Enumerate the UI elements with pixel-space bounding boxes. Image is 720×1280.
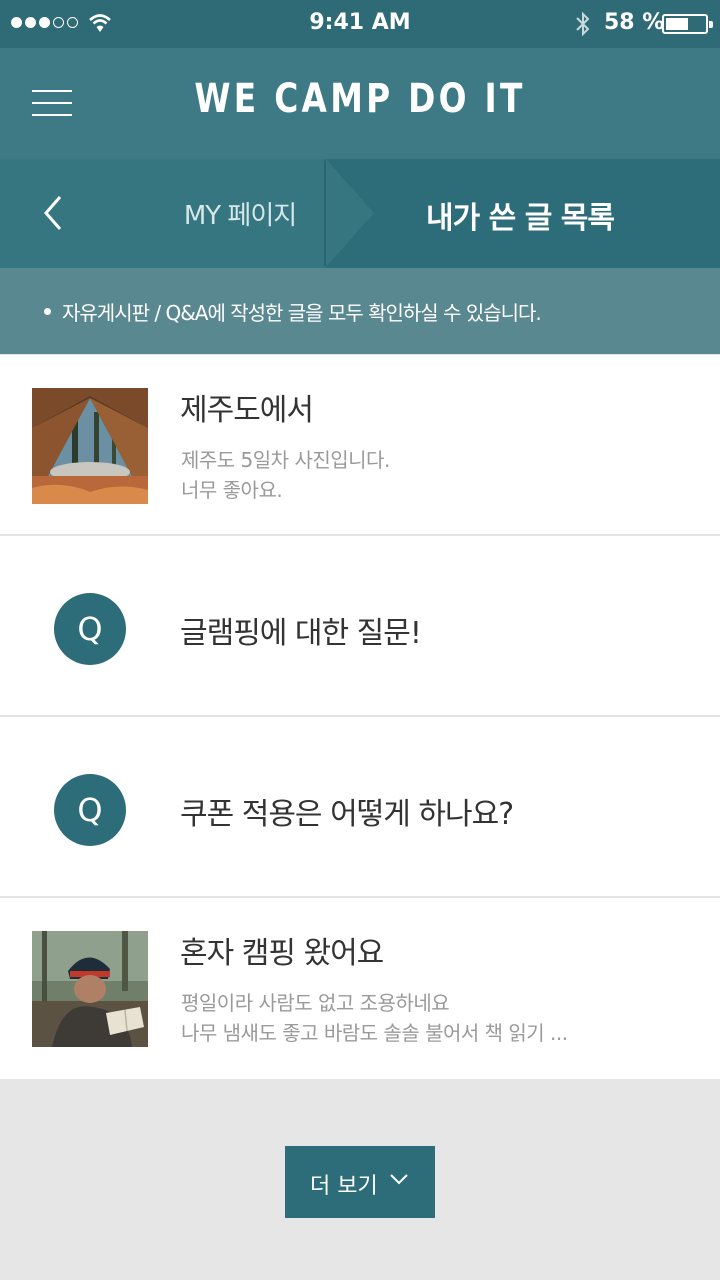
post-title: 쿠폰 적용은 어떻게 하나요? [180, 797, 514, 832]
bullet-icon [44, 308, 51, 315]
load-more-button[interactable]: 더 보기 [285, 1146, 435, 1218]
post-title: 혼자 캠핑 왔어요 [180, 936, 384, 971]
chevron-down-icon [390, 1174, 408, 1185]
camper-reading-photo [32, 931, 148, 1047]
breadcrumb-parent-link[interactable]: MY 페이지 [130, 195, 350, 232]
post-preview-line: 평일이라 사람도 없고 조용하네요 [181, 991, 450, 1015]
breadcrumb: MY 페이지 내가 쓴 글 목록 [0, 159, 720, 268]
list-item[interactable]: Q 쿠폰 적용은 어떻게 하나요? [0, 717, 720, 898]
post-list: 제주도에서 제주도 5일차 사진입니다. 너무 좋아요. Q 글램핑에 대한 질… [0, 355, 720, 1079]
post-preview-line: 너무 좋아요. [181, 478, 283, 502]
tent-photo [32, 388, 148, 504]
list-item[interactable]: 제주도에서 제주도 5일차 사진입니다. 너무 좋아요. [0, 355, 720, 536]
question-badge: Q [54, 774, 126, 846]
page-title: 내가 쓴 글 목록 [426, 201, 615, 236]
post-title: 제주도에서 [180, 393, 314, 428]
notice-text: 자유게시판 / Q&A에 작성한 글을 모두 확인하실 수 있습니다. [62, 301, 542, 325]
question-badge: Q [54, 593, 126, 665]
battery-percent: 58 % [604, 10, 665, 35]
brand-logo[interactable]: WE CAMP DO IT [65, 76, 655, 122]
post-preview-line: 나무 냄새도 좋고 바람도 솔솔 불어서 책 읽기 ... [181, 1021, 568, 1045]
post-preview-line: 제주도 5일차 사진입니다. [181, 448, 390, 472]
chevron-left-icon[interactable] [38, 193, 68, 233]
app-header: WE CAMP DO IT [0, 48, 720, 159]
load-more-label: 더 보기 [310, 1174, 378, 1199]
list-item[interactable]: 혼자 캠핑 왔어요 평일이라 사람도 없고 조용하네요 나무 냄새도 좋고 바람… [0, 898, 720, 1079]
bluetooth-icon [576, 11, 590, 37]
post-title: 글램핑에 대한 질문! [180, 616, 422, 651]
status-bar: 9:41 AM 58 % [0, 0, 720, 48]
notice-banner: 자유게시판 / Q&A에 작성한 글을 모두 확인하실 수 있습니다. [0, 268, 720, 354]
list-item[interactable]: Q 글램핑에 대한 질문! [0, 536, 720, 717]
battery-icon [662, 14, 713, 34]
